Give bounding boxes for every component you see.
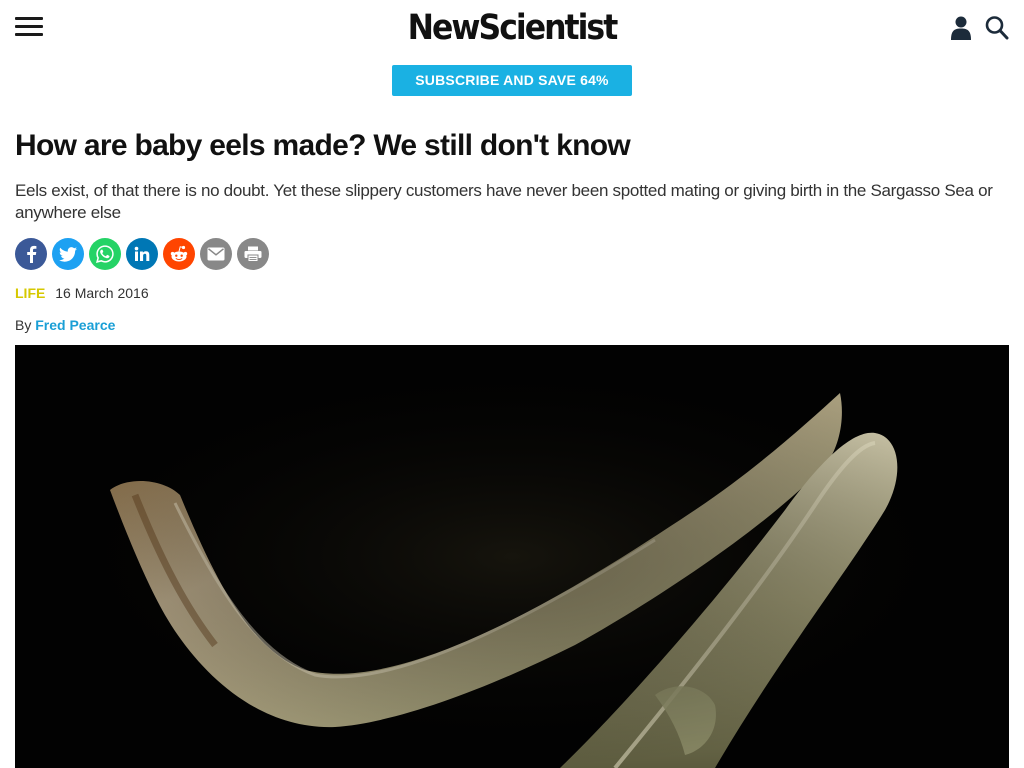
- linkedin-icon[interactable]: [126, 238, 158, 270]
- subscribe-button[interactable]: SUBSCRIBE AND SAVE 64%: [392, 65, 632, 96]
- author-link[interactable]: Fred Pearce: [35, 317, 115, 333]
- hero-image: [15, 345, 1009, 768]
- article-standfirst: Eels exist, of that there is no doubt. Y…: [15, 181, 993, 222]
- category-link[interactable]: LIFE: [15, 285, 45, 301]
- facebook-icon[interactable]: [15, 238, 47, 270]
- twitter-icon[interactable]: [52, 238, 84, 270]
- reddit-icon[interactable]: [163, 238, 195, 270]
- article-meta: LIFE 16 March 2016: [15, 284, 149, 302]
- byline: By Fred Pearce: [15, 316, 115, 334]
- email-icon[interactable]: [200, 238, 232, 270]
- print-icon[interactable]: [237, 238, 269, 270]
- account-icon[interactable]: [950, 15, 972, 41]
- share-bar: [15, 238, 269, 270]
- eel-photo: [15, 345, 1009, 768]
- byline-prefix: By: [15, 317, 32, 333]
- article-headline: How are baby eels made? We still don't k…: [15, 129, 631, 162]
- search-icon[interactable]: [985, 15, 1009, 41]
- whatsapp-icon[interactable]: [89, 238, 121, 270]
- site-logo[interactable]: NewScientist: [0, 6, 1024, 50]
- publish-date: 16 March 2016: [55, 285, 149, 301]
- site-header: NewScientist SUBSCRIBE AND SAVE 64%: [0, 0, 1024, 110]
